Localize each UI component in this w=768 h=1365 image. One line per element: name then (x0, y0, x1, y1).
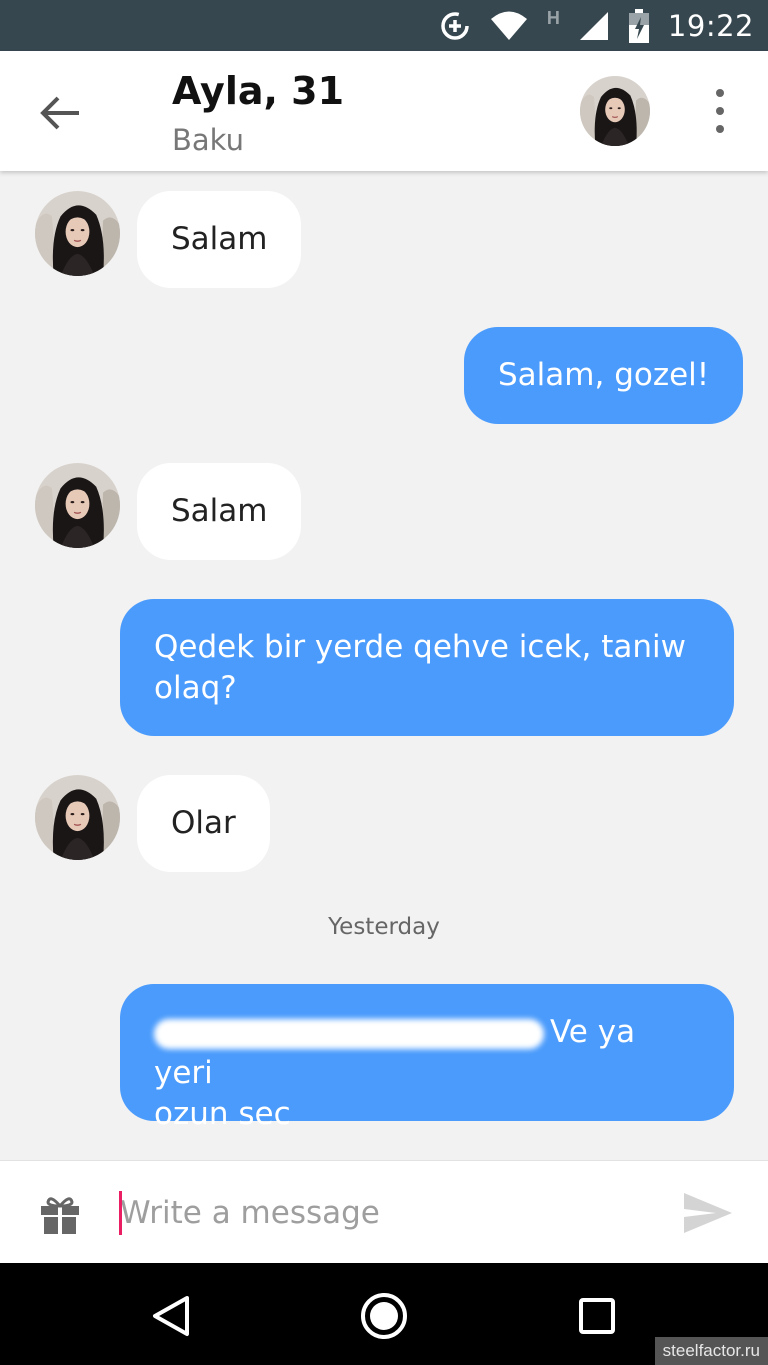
send-icon (684, 1193, 732, 1233)
watermark: steelfactor.ru (654, 1337, 768, 1365)
incoming-message[interactable]: Salam (137, 191, 302, 288)
outgoing-message[interactable]: Ve ya yeri ozun sec (120, 984, 734, 1132)
battery-icon (628, 8, 650, 43)
message-input[interactable] (120, 1189, 660, 1237)
contact-name: Ayla, 31 (172, 69, 345, 113)
clock: 19:22 (667, 8, 754, 43)
more-vert-icon (716, 89, 724, 97)
text-cursor (119, 1191, 122, 1235)
data-saver-icon (439, 10, 471, 42)
nav-recents-icon (579, 1298, 615, 1334)
system-nav-bar: steelfactor.ru (0, 1263, 768, 1365)
back-button[interactable] (30, 83, 90, 143)
date-separator: Yesterday (328, 914, 440, 940)
message-list[interactable]: Salam Salam, gozel! Salam Qedek bir yerd… (0, 171, 768, 1160)
status-bar: H 19:22 (0, 0, 768, 51)
nav-home-icon (361, 1293, 407, 1339)
contact-avatar[interactable] (580, 76, 650, 146)
message-composer (0, 1160, 768, 1263)
back-arrow-icon (40, 96, 79, 130)
sender-avatar[interactable] (35, 191, 120, 276)
contact-location: Baku (172, 123, 244, 157)
nav-recents-button[interactable] (572, 1291, 622, 1341)
gift-button[interactable] (38, 1194, 82, 1234)
chat-header: Ayla, 31 Baku (0, 51, 768, 171)
signal-icon (578, 10, 610, 42)
sender-avatar[interactable] (35, 463, 120, 548)
more-options-button[interactable] (700, 89, 740, 133)
nav-home-button[interactable] (359, 1291, 409, 1341)
gift-icon (41, 1197, 79, 1234)
nav-back-icon (153, 1296, 189, 1336)
nav-back-button[interactable] (146, 1291, 196, 1341)
redacted-text (154, 1018, 544, 1049)
send-button[interactable] (682, 1191, 734, 1235)
incoming-message[interactable]: Olar (137, 775, 270, 872)
outgoing-message[interactable]: Qedek bir yerde qehve icek, taniw olaq? (120, 599, 734, 736)
sender-avatar[interactable] (35, 775, 120, 860)
outgoing-message[interactable]: Salam, gozel! (464, 327, 744, 424)
wifi-icon (489, 10, 529, 42)
incoming-message[interactable]: Salam (137, 463, 302, 560)
network-type-label: H (546, 8, 560, 28)
